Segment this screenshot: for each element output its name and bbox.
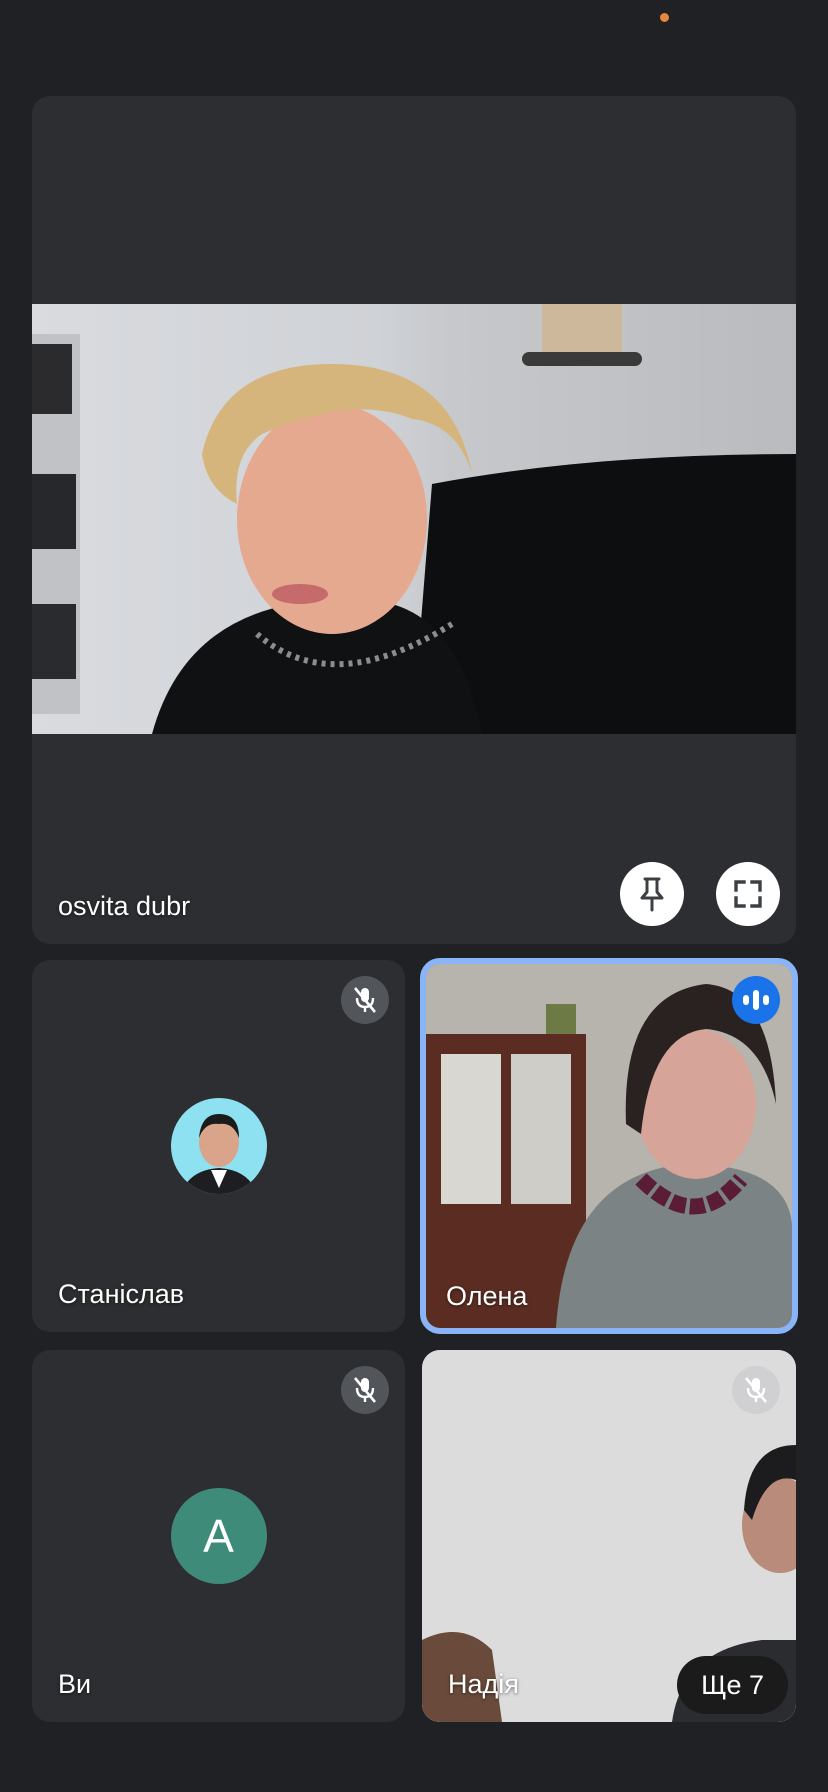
avatar [170, 1098, 267, 1194]
fullscreen-button[interactable] [716, 862, 780, 926]
pin-icon [640, 877, 664, 912]
participant-video [426, 964, 792, 1328]
participant-name: Надія [448, 1669, 519, 1699]
speaking-icon [732, 976, 780, 1024]
fullscreen-icon [734, 880, 762, 908]
participant-tile[interactable]: Надія Ще 7 [422, 1350, 796, 1722]
participant-name: osvita dubr [58, 891, 191, 921]
featured-participant-tile[interactable]: osvita dubr [32, 96, 796, 944]
participant-name: Станіслав [58, 1279, 185, 1309]
participant-tile[interactable]: Станіслав [32, 960, 405, 1332]
mic-off-icon [341, 1366, 389, 1414]
pin-button[interactable] [620, 862, 684, 926]
mic-off-icon [732, 1366, 780, 1414]
mic-off-icon [341, 976, 389, 1024]
participant-video [32, 304, 796, 734]
self-participant-tile[interactable]: A Ви [32, 1350, 405, 1722]
more-participants-button[interactable]: Ще 7 [677, 1656, 788, 1714]
recording-indicator-dot [660, 13, 669, 22]
participant-name: Олена [446, 1281, 528, 1311]
participant-tile-active-speaker[interactable]: Олена [420, 958, 798, 1334]
participant-name: Ви [58, 1669, 92, 1699]
avatar: A [170, 1488, 267, 1584]
